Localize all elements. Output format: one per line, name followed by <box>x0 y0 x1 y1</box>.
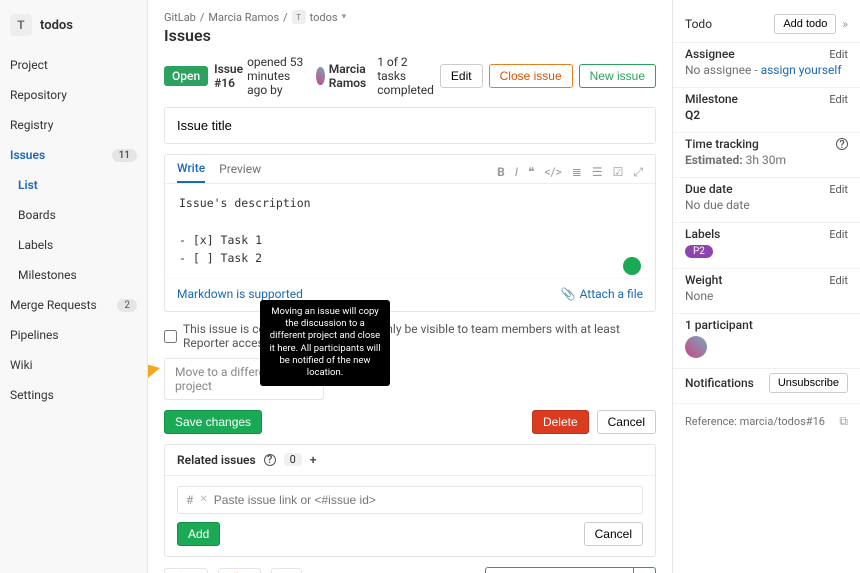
add-related-button[interactable]: Add <box>177 522 220 546</box>
add-reaction-button[interactable]: ☺ <box>271 568 301 573</box>
markdown-help-link[interactable]: Markdown is supported <box>177 287 303 301</box>
breadcrumb-root[interactable]: GitLab <box>164 11 196 24</box>
edit-button[interactable]: Edit <box>440 64 483 88</box>
author-name[interactable]: Marcia Ramos <box>329 62 366 90</box>
unsubscribe-button[interactable]: Unsubscribe <box>769 373 848 393</box>
tab-write[interactable]: Write <box>177 161 205 183</box>
sidebar-item-issues-list[interactable]: List <box>0 170 147 200</box>
breadcrumb: GitLab / Marcia Ramos / T todos ▾ <box>148 0 672 24</box>
close-issue-button[interactable]: Close issue <box>489 64 573 88</box>
cancel-related-button[interactable]: Cancel <box>584 522 643 546</box>
sidebar-item-issues-milestones[interactable]: Milestones <box>0 260 147 290</box>
sidebar-item-settings[interactable]: Settings <box>0 380 147 410</box>
project-header[interactable]: T todos <box>0 6 147 50</box>
help-icon[interactable]: ? <box>836 138 848 150</box>
tab-preview[interactable]: Preview <box>219 162 261 182</box>
add-related-icon[interactable]: + <box>310 453 317 467</box>
move-tooltip: Moving an issue will copy the discussion… <box>260 300 390 386</box>
fullscreen-icon[interactable]: ⤢ <box>633 165 643 180</box>
annotation-arrow <box>148 364 162 384</box>
due-date-value: No due date <box>685 198 848 212</box>
code-icon[interactable]: </> <box>544 165 561 180</box>
sidebar-item-merge-requests[interactable]: Merge Requests 2 <box>0 290 147 320</box>
issues-count-badge: 11 <box>112 149 137 162</box>
sidebar-item-issues[interactable]: Issues 11 <box>0 140 147 170</box>
issue-title-input[interactable] <box>165 108 655 143</box>
grammarly-icon <box>623 257 641 275</box>
project-name: todos <box>40 18 73 33</box>
save-button[interactable]: Save changes <box>164 410 262 434</box>
hash-icon: # <box>186 493 193 507</box>
breadcrumb-group[interactable]: Marcia Ramos <box>208 11 279 24</box>
thumbs-up-button[interactable]: 👍 0 <box>164 568 208 573</box>
description-editor[interactable]: Issue's description - [x] Task 1 - [ ] T… <box>165 184 655 278</box>
confidential-checkbox[interactable] <box>164 330 177 343</box>
merge-dropdown-button[interactable]: ▾ <box>634 567 656 573</box>
new-issue-button[interactable]: New issue <box>579 64 656 88</box>
left-sidebar: T todos Project Repository Registry Issu… <box>0 0 148 573</box>
edit-assignee[interactable]: Edit <box>829 48 848 61</box>
label-chip[interactable]: P2 <box>685 245 713 258</box>
edit-due-date[interactable]: Edit <box>829 183 848 196</box>
edit-weight[interactable]: Edit <box>829 274 848 287</box>
issue-ref: Issue #16 <box>214 62 243 90</box>
weight-value: None <box>685 289 848 303</box>
breadcrumb-project[interactable]: T todos ▾ <box>292 10 346 24</box>
participant-avatar[interactable] <box>685 336 707 358</box>
related-count: 0 <box>284 453 302 466</box>
quote-icon[interactable]: ❝ <box>528 165 534 180</box>
edit-labels[interactable]: Edit <box>829 228 848 241</box>
bold-icon[interactable]: B <box>497 165 505 180</box>
delete-button[interactable]: Delete <box>532 410 589 434</box>
bullet-list-icon[interactable]: ≣ <box>572 165 582 180</box>
author-avatar[interactable] <box>316 67 324 85</box>
page-title: Issues <box>148 24 672 55</box>
clear-icon[interactable]: ✕ <box>199 494 207 505</box>
sidebar-item-registry[interactable]: Registry <box>0 110 147 140</box>
collapse-sidebar-icon[interactable]: » <box>842 17 848 31</box>
create-merge-request-button[interactable]: Create a merge request <box>485 567 634 573</box>
italic-icon[interactable]: I <box>515 165 518 180</box>
related-issue-input-wrap[interactable]: # ✕ <box>177 486 643 514</box>
sidebar-item-issues-boards[interactable]: Boards <box>0 200 147 230</box>
number-list-icon[interactable]: ☰ <box>592 165 603 180</box>
edit-milestone[interactable]: Edit <box>829 93 848 106</box>
sidebar-item-issues-labels[interactable]: Labels <box>0 230 147 260</box>
issue-header: Open Issue #16 opened 53 minutes ago by … <box>164 55 656 97</box>
paperclip-icon: 📎 <box>561 287 576 301</box>
right-sidebar: Todo Add todo » AssigneeEdit No assignee… <box>672 0 860 573</box>
thumbs-down-button[interactable]: 👎 0 <box>218 568 262 573</box>
reference-value: marcia/todos#16 <box>740 415 825 428</box>
sidebar-item-pipelines[interactable]: Pipelines <box>0 320 147 350</box>
related-issue-input[interactable] <box>214 493 634 507</box>
main-content: GitLab / Marcia Ramos / T todos ▾ Issues… <box>148 0 672 573</box>
cancel-button[interactable]: Cancel <box>597 410 656 434</box>
chevron-down-icon[interactable]: ▾ <box>342 12 347 22</box>
project-avatar: T <box>10 14 32 36</box>
task-list-icon[interactable]: ☑ <box>613 165 624 180</box>
assign-yourself-link[interactable]: assign yourself <box>761 63 842 77</box>
sidebar-item-repository[interactable]: Repository <box>0 80 147 110</box>
todo-label: Todo <box>685 17 712 31</box>
sidebar-item-wiki[interactable]: Wiki <box>0 350 147 380</box>
mr-count-badge: 2 <box>117 299 137 312</box>
add-todo-button[interactable]: Add todo <box>774 14 836 34</box>
confidential-row[interactable]: This issue is confidential and should on… <box>164 322 656 350</box>
milestone-value: Q2 <box>685 108 848 122</box>
sidebar-item-project[interactable]: Project <box>0 50 147 80</box>
status-badge: Open <box>164 66 208 86</box>
help-icon[interactable]: ? <box>264 454 276 466</box>
copy-reference-icon[interactable]: ⧉ <box>839 414 848 429</box>
related-issues-title: Related issues <box>177 453 256 467</box>
attach-file-link[interactable]: 📎 Attach a file <box>561 287 643 301</box>
